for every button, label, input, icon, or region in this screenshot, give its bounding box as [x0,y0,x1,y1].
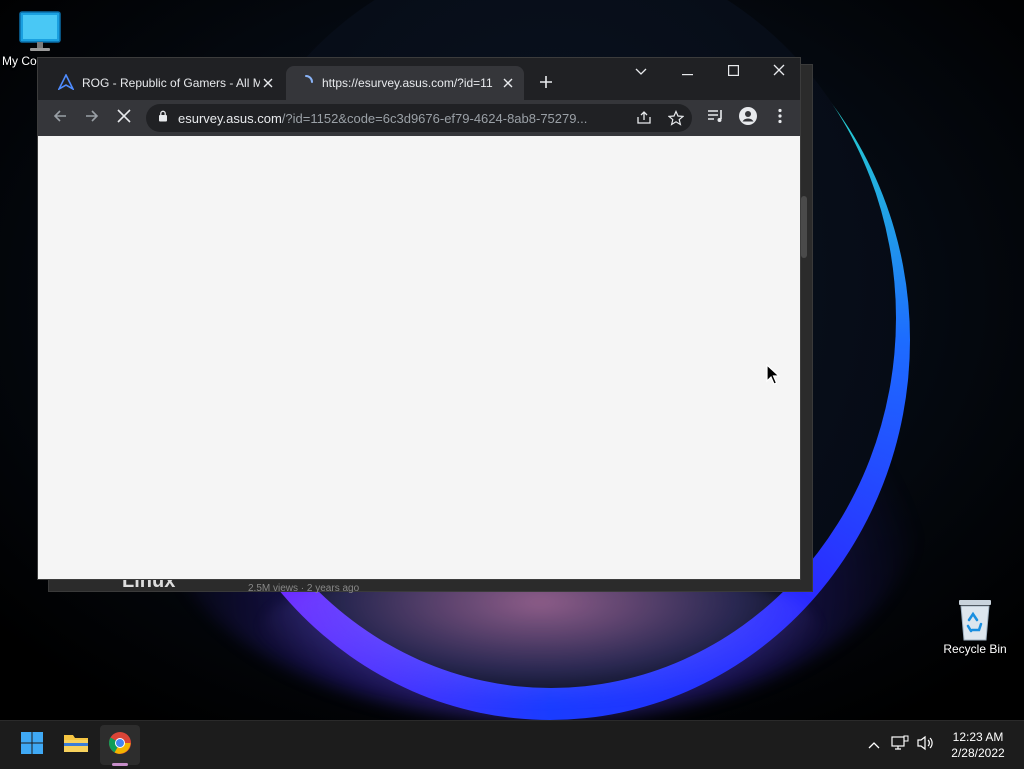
browser-toolbar: esurvey.asus.com/?id=1152&code=6c3d9676-… [38,100,800,136]
profile-button[interactable] [734,104,762,132]
taskbar: 12:23 AM 2/28/2022 [0,720,1024,769]
folder-icon [63,732,89,759]
profile-icon [738,106,758,131]
url-text[interactable]: esurvey.asus.com/?id=1152&code=6c3d9676-… [178,111,618,126]
browser-titlebar[interactable]: ROG - Republic of Gamers - All M https:/… [38,58,800,100]
rog-icon [57,72,75,93]
desktop-icon-recycle-bin[interactable]: Recycle Bin [940,596,1010,656]
media-queue-icon [707,108,725,129]
tab-title: ROG - Republic of Gamers - All M [82,76,260,90]
forward-button[interactable] [78,104,106,132]
reading-list-button[interactable] [702,104,730,132]
new-tab-button[interactable] [534,72,558,96]
kebab-menu-icon [778,108,782,129]
plus-icon [539,75,553,94]
url-path: /?id=1152&code=6c3d9676-ef79-4624-8ab8-7… [281,110,588,126]
recycle-bin-icon [955,596,995,642]
windows-start-icon [20,731,44,760]
tab-esurvey[interactable]: https://esurvey.asus.com/?id=11 [286,66,524,100]
page-content-blank[interactable] [38,136,800,579]
tab-search-button[interactable] [618,58,664,86]
tab-rog[interactable]: ROG - Republic of Gamers - All M [46,66,284,100]
share-icon[interactable] [636,110,652,131]
chevron-down-icon [635,63,647,81]
chrome-taskbar-button[interactable] [100,725,140,765]
url-domain: esurvey.asus.com [178,110,282,126]
network-status-button[interactable] [890,735,910,755]
star-icon[interactable] [667,110,685,131]
network-icon [891,735,909,756]
file-explorer-button[interactable] [56,725,96,765]
maximize-button[interactable] [710,58,756,86]
arrow-left-icon [52,108,68,129]
speaker-icon [917,735,935,756]
lock-icon [158,109,168,127]
menu-button[interactable] [766,104,794,132]
address-bar[interactable]: esurvey.asus.com/?id=1152&code=6c3d9676-… [146,104,692,132]
monitor-icon [18,8,62,54]
start-button[interactable] [12,725,52,765]
system-clock[interactable]: 12:23 AM 2/28/2022 [940,729,1016,761]
clock-time: 12:23 AM [952,730,1004,744]
minimize-icon [681,63,693,81]
loading-spinner-icon [298,74,314,93]
stop-loading-button[interactable] [110,104,138,132]
mouse-cursor-icon [766,363,781,391]
close-icon[interactable] [260,75,276,91]
maximize-icon [727,63,739,81]
minimize-button[interactable] [664,58,710,86]
volume-button[interactable] [916,735,936,755]
active-app-indicator [112,763,128,766]
close-icon [773,63,785,81]
close-window-button[interactable] [756,58,802,86]
background-window-subtitle: 2.5M views · 2 years ago [248,583,360,594]
close-icon[interactable] [500,75,516,91]
chrome-icon [108,731,132,760]
arrow-right-icon [84,108,100,129]
tab-title: https://esurvey.asus.com/?id=11 [322,76,493,90]
show-hidden-icons-button[interactable] [864,735,884,755]
desktop-icon-label: Recycle Bin [943,642,1007,656]
close-icon [117,108,131,128]
back-button[interactable] [46,104,74,132]
chevron-up-icon [868,736,880,754]
browser-window[interactable]: ROG - Republic of Gamers - All M https:/… [37,57,801,580]
clock-date: 2/28/2022 [951,746,1005,760]
background-window-scrollbar[interactable] [801,196,807,258]
